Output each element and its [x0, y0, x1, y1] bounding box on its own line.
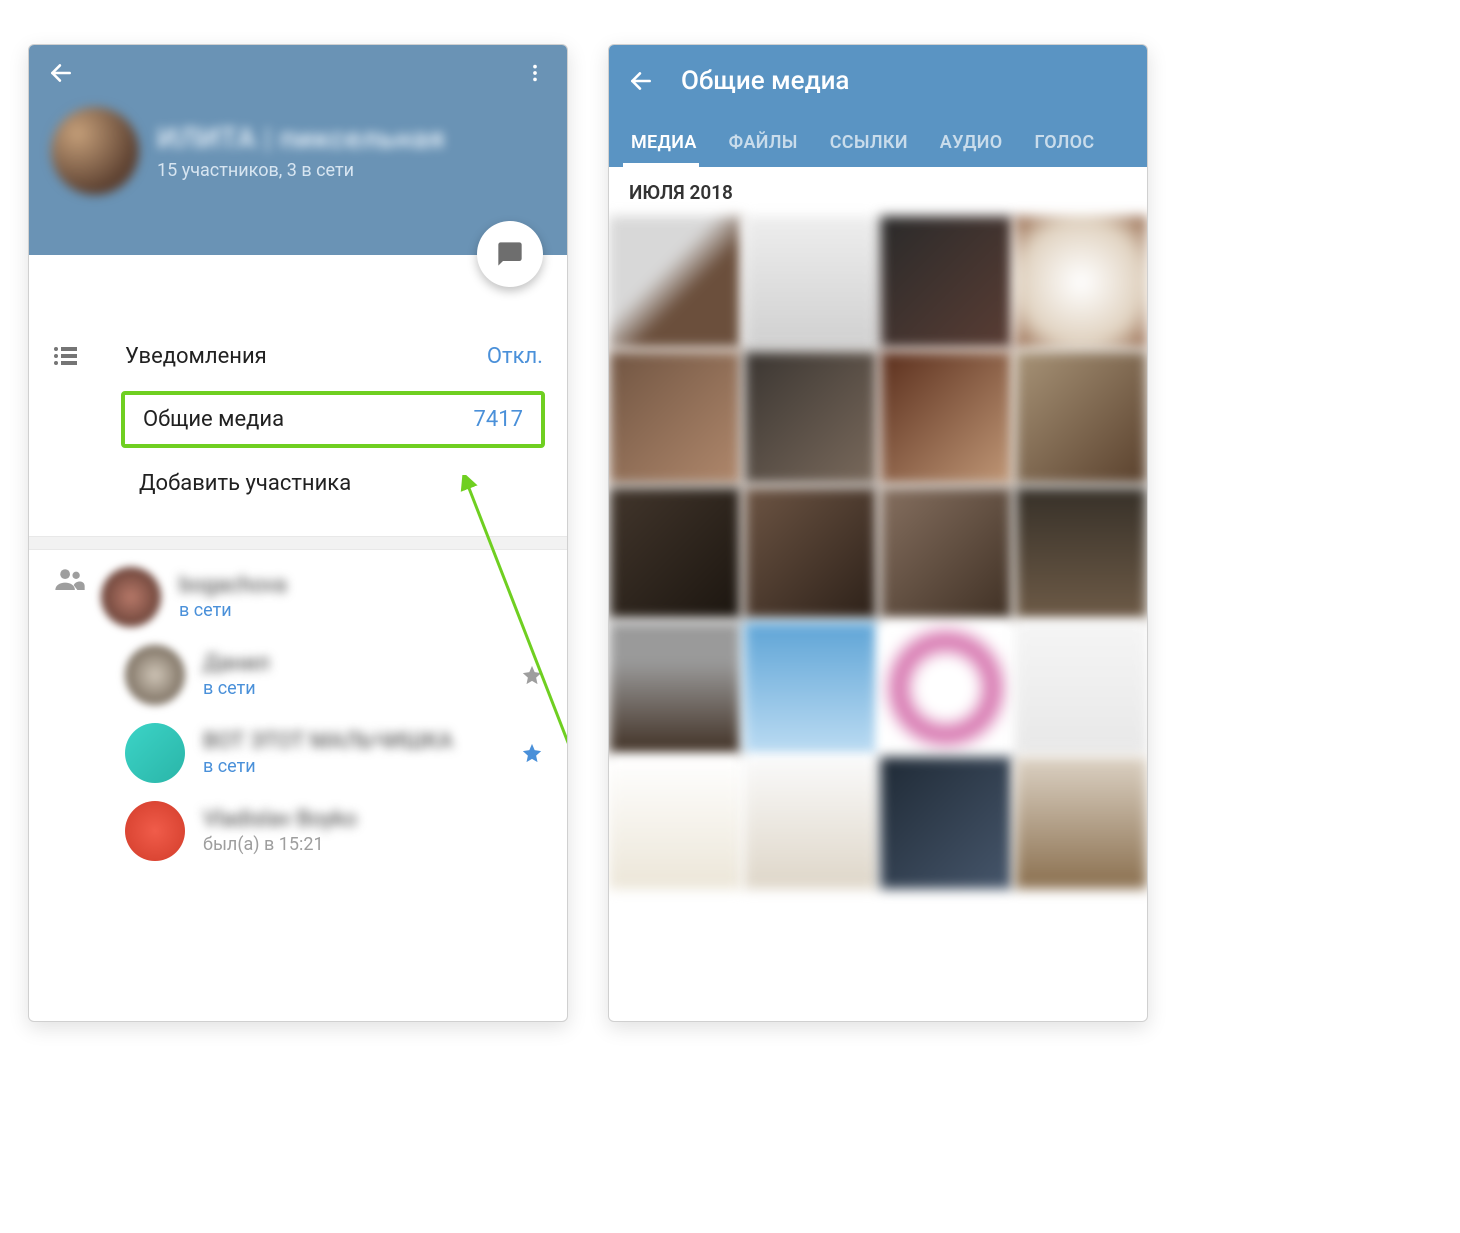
- media-thumbnail[interactable]: [609, 487, 741, 619]
- tab-media[interactable]: МЕДИА: [609, 117, 713, 167]
- media-thumbnail[interactable]: [1015, 351, 1147, 483]
- tab-links[interactable]: ССЫЛКИ: [814, 117, 924, 167]
- media-thumbnail[interactable]: [1015, 487, 1147, 619]
- member-item[interactable]: bogachova в сети: [101, 558, 567, 636]
- back-button[interactable]: [617, 57, 665, 105]
- media-thumbnail[interactable]: [880, 487, 1012, 619]
- member-status: в сети: [179, 600, 543, 621]
- member-status: был(а) в 15:21: [203, 834, 543, 855]
- media-thumbnail[interactable]: [1015, 216, 1147, 348]
- media-thumbnail[interactable]: [744, 216, 876, 348]
- member-name: bogachova: [179, 573, 543, 598]
- star-icon: [521, 742, 543, 764]
- media-thumbnail[interactable]: [744, 487, 876, 619]
- media-thumbnail[interactable]: [744, 757, 876, 889]
- profile-screen: ИЛИТА | пиксельная 15 участников, 3 в се…: [28, 44, 568, 1022]
- back-button[interactable]: [37, 49, 85, 97]
- notifications-label: Уведомления: [125, 344, 487, 369]
- media-thumbnail[interactable]: [609, 216, 741, 348]
- chat-bubble-icon: [496, 240, 524, 268]
- arrow-left-icon: [48, 60, 74, 86]
- notifications-row[interactable]: Уведомления Откл.: [29, 325, 567, 387]
- media-thumbnail[interactable]: [1015, 622, 1147, 754]
- add-member-label: Добавить участника: [139, 471, 543, 496]
- profile-body: Уведомления Откл. Общие медиа 7417 Добав…: [29, 255, 567, 1021]
- media-thumbnail[interactable]: [609, 757, 741, 889]
- shared-media-label: Общие медиа: [143, 407, 474, 432]
- arrow-left-icon: [628, 68, 654, 94]
- date-section-header: ИЮЛЯ 2018: [609, 167, 1147, 216]
- media-thumbnail[interactable]: [744, 622, 876, 754]
- media-thumbnail[interactable]: [1015, 757, 1147, 889]
- member-name: Данил: [203, 651, 503, 676]
- star-icon: [521, 664, 543, 686]
- members-icon: [55, 568, 85, 590]
- chat-subtitle: 15 участников, 3 в сети: [157, 160, 445, 181]
- member-name: Vladislav Boyko: [203, 807, 543, 832]
- media-thumbnail[interactable]: [609, 622, 741, 754]
- more-menu-button[interactable]: [511, 49, 559, 97]
- section-divider: [29, 536, 567, 550]
- message-fab[interactable]: [477, 221, 543, 287]
- media-tabs: МЕДИА ФАЙЛЫ ССЫЛКИ АУДИО ГОЛОС: [609, 117, 1147, 167]
- add-member-row[interactable]: Добавить участника: [29, 452, 567, 514]
- media-thumbnail[interactable]: [880, 622, 1012, 754]
- list-icon: [53, 345, 79, 367]
- more-vertical-icon: [524, 62, 546, 84]
- media-thumbnail[interactable]: [744, 351, 876, 483]
- shared-media-row[interactable]: Общие медиа 7417: [121, 391, 545, 448]
- shared-media-screen: Общие медиа МЕДИА ФАЙЛЫ ССЫЛКИ АУДИО ГОЛ…: [608, 44, 1148, 1022]
- notifications-value: Откл.: [487, 344, 543, 369]
- chat-title: ИЛИТА | пиксельная: [157, 122, 445, 156]
- member-name: ВОТ ЭТОТ МАЛЬЧИШКА: [203, 729, 503, 754]
- shared-media-count: 7417: [474, 407, 523, 432]
- tab-files[interactable]: ФАЙЛЫ: [713, 117, 814, 167]
- member-status: в сети: [203, 678, 503, 699]
- media-thumbnail[interactable]: [880, 216, 1012, 348]
- member-item[interactable]: Данил в сети: [29, 636, 567, 714]
- member-status: в сети: [203, 756, 503, 777]
- media-grid: [609, 216, 1147, 889]
- media-thumbnail[interactable]: [880, 757, 1012, 889]
- member-item[interactable]: ВОТ ЭТОТ МАЛЬЧИШКА в сети: [29, 714, 567, 792]
- tab-audio[interactable]: АУДИО: [924, 117, 1019, 167]
- media-header: Общие медиа МЕДИА ФАЙЛЫ ССЫЛКИ АУДИО ГОЛ…: [609, 45, 1147, 167]
- chat-avatar[interactable]: [51, 107, 139, 195]
- media-thumbnail[interactable]: [609, 351, 741, 483]
- tab-voice[interactable]: ГОЛОС: [1018, 117, 1110, 167]
- members-list: bogachova в сети Данил в сети: [29, 550, 567, 870]
- media-thumbnail[interactable]: [880, 351, 1012, 483]
- profile-header: ИЛИТА | пиксельная 15 участников, 3 в се…: [29, 45, 567, 255]
- page-title: Общие медиа: [681, 66, 849, 96]
- member-item[interactable]: Vladislav Boyko был(а) в 15:21: [29, 792, 567, 870]
